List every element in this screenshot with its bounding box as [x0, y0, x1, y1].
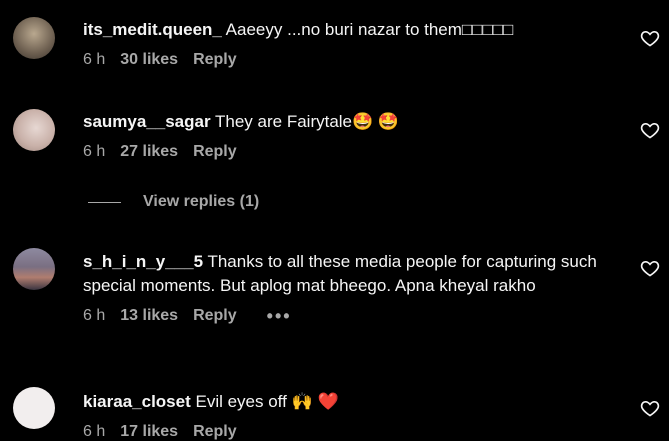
comment-time: 6 h: [83, 307, 106, 324]
comment-meta: 6 h 27 likes Reply: [83, 143, 623, 161]
comment-text: Aaeeyy ...no buri nazar to them□□□□□: [225, 20, 514, 39]
heart-outline-icon[interactable]: [640, 398, 660, 418]
replies-divider: [88, 201, 121, 203]
username-link[interactable]: saumya__sagar: [83, 112, 211, 131]
avatar[interactable]: [13, 248, 55, 290]
comment-text-block: saumya__sagar They are Fairytale🤩 🤩: [83, 110, 623, 134]
likes-count[interactable]: 17 likes: [120, 423, 178, 441]
view-replies-label: View replies (1): [143, 193, 260, 210]
comment-time: 6 h: [83, 51, 106, 68]
comment-time: 6 h: [83, 143, 106, 160]
reply-button[interactable]: Reply: [193, 51, 237, 69]
avatar[interactable]: [13, 17, 55, 59]
comment-text: They are Fairytale🤩 🤩: [215, 112, 400, 131]
username-link[interactable]: kiaraa_closet: [83, 392, 191, 411]
comment-meta: 6 h 13 likes Reply •••: [83, 307, 623, 325]
heart-outline-icon[interactable]: [640, 258, 660, 278]
reply-button[interactable]: Reply: [193, 307, 237, 325]
avatar[interactable]: [13, 109, 55, 151]
comment-time: 6 h: [83, 423, 106, 440]
username-link[interactable]: s_h_i_n_y___5: [83, 252, 203, 271]
comment-text-block: kiaraa_closet Evil eyes off 🙌 ❤️: [83, 390, 623, 414]
username-link[interactable]: its_medit.queen_: [83, 20, 222, 39]
comment-meta: 6 h 30 likes Reply: [83, 51, 623, 69]
likes-count[interactable]: 27 likes: [120, 143, 178, 161]
view-replies-button[interactable]: View replies (1): [88, 193, 259, 211]
likes-count[interactable]: 30 likes: [120, 51, 178, 69]
more-options-icon[interactable]: •••: [267, 307, 292, 325]
avatar[interactable]: [13, 387, 55, 429]
reply-button[interactable]: Reply: [193, 423, 237, 441]
likes-count[interactable]: 13 likes: [120, 307, 178, 325]
heart-outline-icon[interactable]: [640, 28, 660, 48]
reply-button[interactable]: Reply: [193, 143, 237, 161]
heart-outline-icon[interactable]: [640, 120, 660, 140]
comment-meta: 6 h 17 likes Reply: [83, 423, 623, 441]
comment-text-block: s_h_i_n_y___5 Thanks to all these media …: [83, 250, 623, 298]
comment-text: Evil eyes off 🙌 ❤️: [195, 392, 339, 411]
comment-text-block: its_medit.queen_ Aaeeyy ...no buri nazar…: [83, 18, 623, 42]
